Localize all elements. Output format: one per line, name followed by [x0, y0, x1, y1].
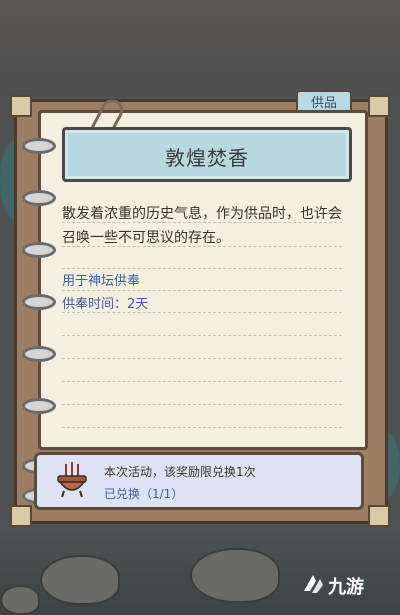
ruled-line [62, 404, 342, 405]
watermark-text: 九游 [328, 577, 364, 598]
watermark-logo-icon [304, 575, 323, 593]
incense-burner-icon [57, 462, 87, 498]
item-title: 敦煌焚香 [165, 146, 249, 170]
ruled-line [62, 335, 342, 336]
ruled-line [62, 290, 342, 291]
ruled-line [62, 358, 342, 359]
ruled-line [62, 427, 342, 428]
background-rock [190, 548, 280, 603]
background-rock [0, 585, 40, 615]
binder-ring [22, 138, 56, 154]
frame-corner [368, 95, 390, 117]
frame-corner [10, 505, 32, 527]
frame-corner [10, 95, 32, 117]
binder-ring [22, 346, 56, 362]
binder-ring [22, 242, 56, 258]
binder-ring [22, 294, 56, 310]
ruled-line [62, 246, 342, 247]
background-top [0, 0, 400, 95]
frame-corner [368, 505, 390, 527]
ruled-line [62, 381, 342, 382]
ruled-line [62, 222, 342, 223]
binder-ring [22, 190, 56, 206]
redeem-limit-note: 本次活动，该奖励限兑换1次 [104, 465, 256, 479]
background-rock [40, 555, 120, 605]
item-description: 散发着浓重的历史气息，作为供品时，也许会召唤一些不可思议的存在。 [62, 206, 342, 246]
binder-ring [22, 398, 56, 414]
ruled-line [62, 268, 342, 269]
offering-duration: 供奉时间：2天 [62, 297, 149, 312]
redeem-status: 已兑换（1/1） [104, 487, 184, 501]
item-usage: 用于神坛供奉 [62, 274, 141, 289]
ruled-line [62, 312, 342, 313]
